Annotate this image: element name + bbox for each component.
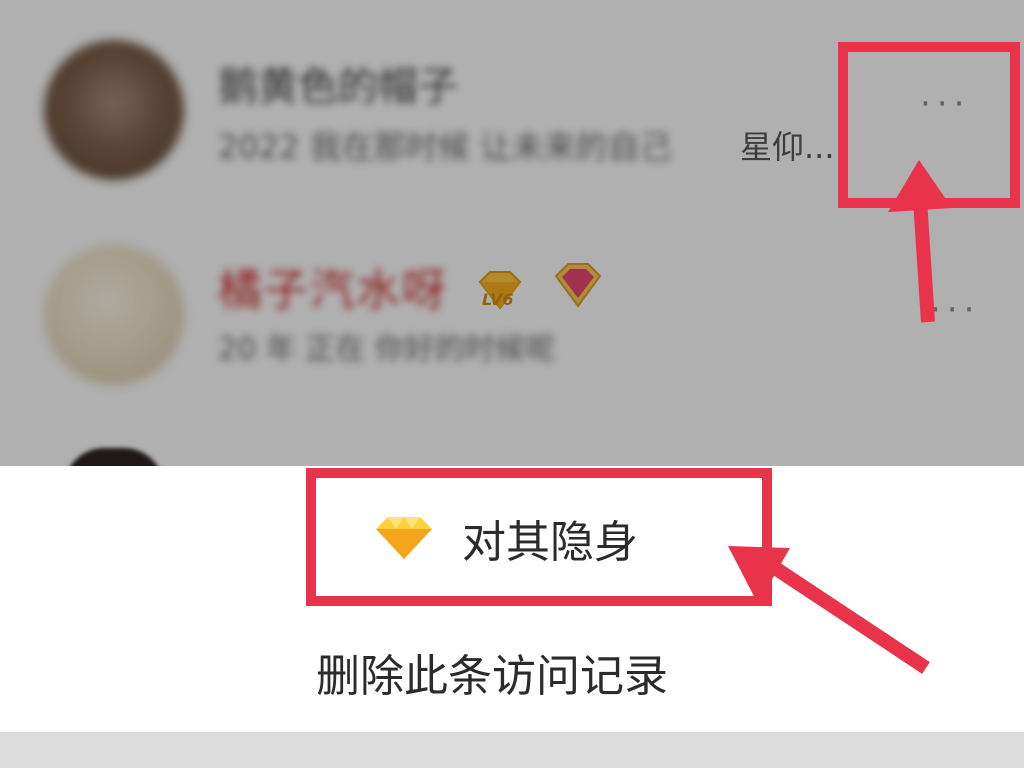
annotation-arrows bbox=[728, 160, 952, 674]
arrow-left-icon bbox=[728, 546, 930, 674]
arrow-up-icon bbox=[888, 160, 952, 323]
